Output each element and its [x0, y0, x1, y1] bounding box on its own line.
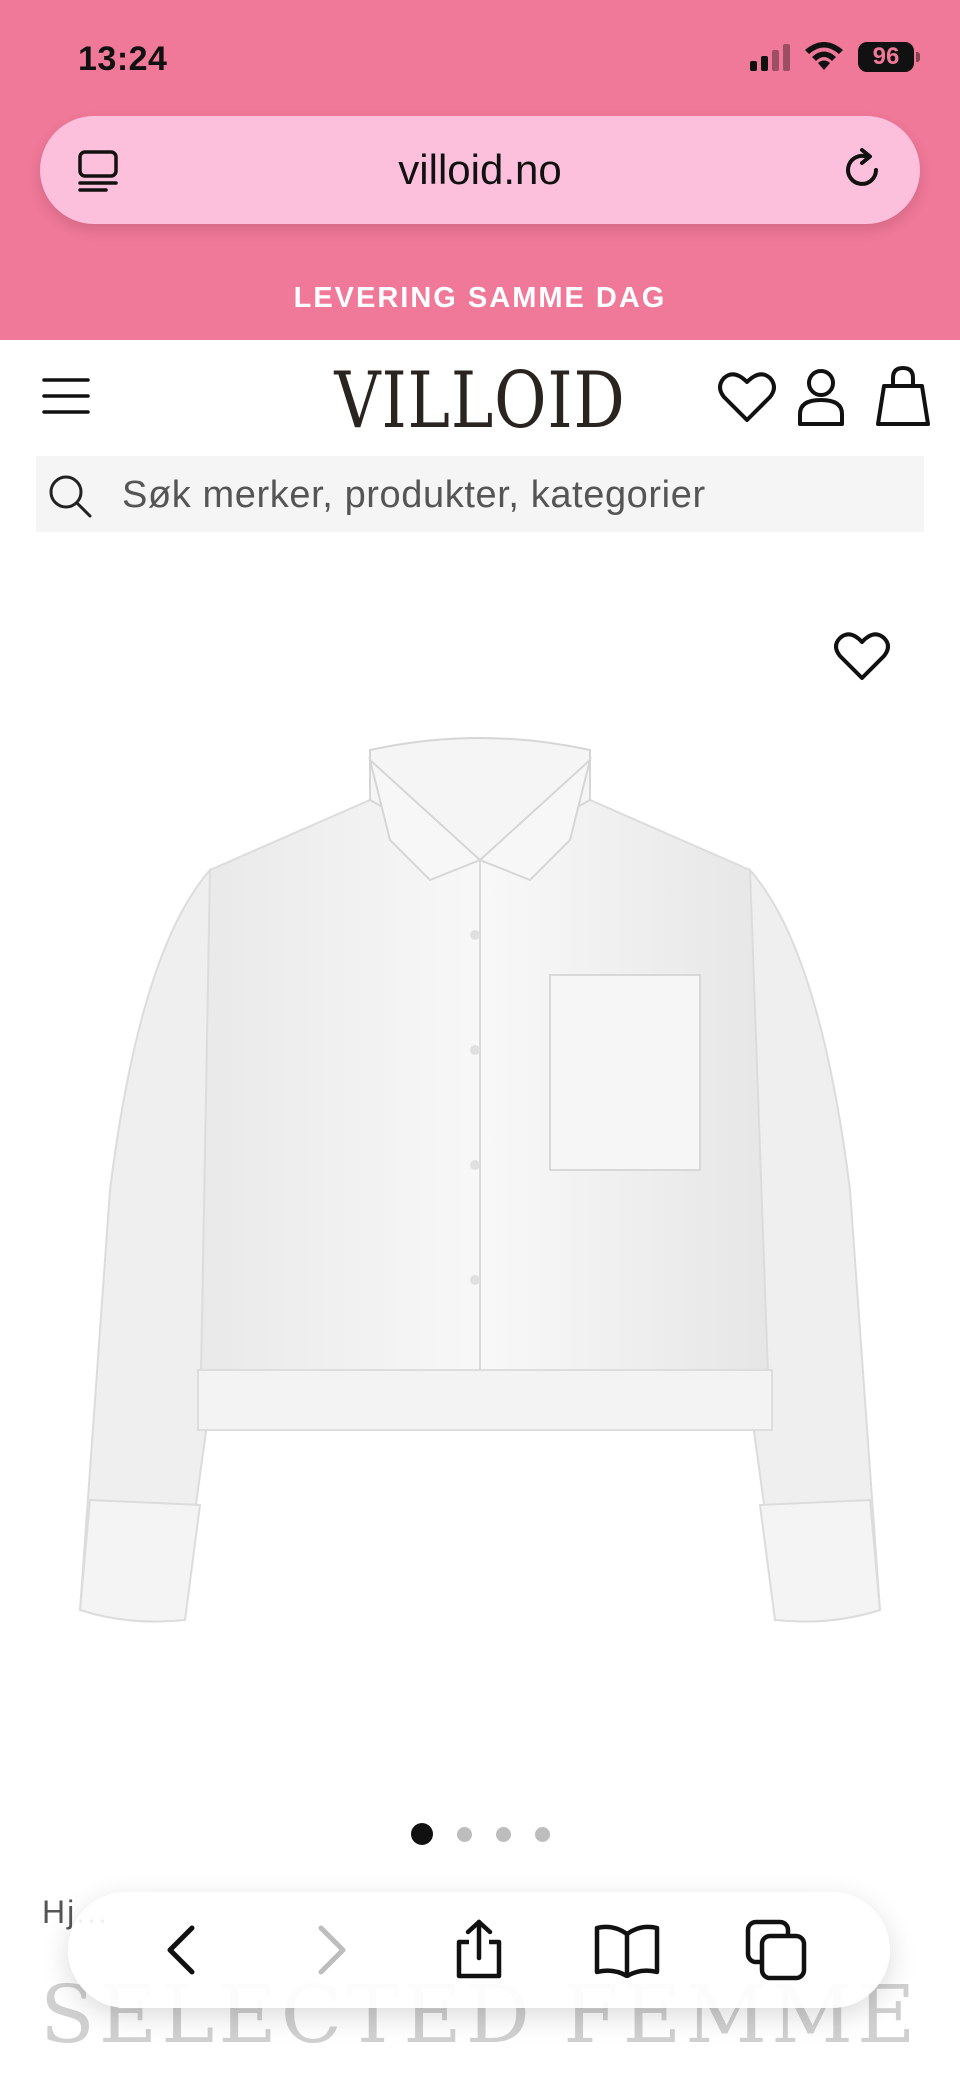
status-time: 13:24	[78, 40, 168, 78]
product-gallery[interactable]	[0, 560, 960, 1860]
wifi-icon	[805, 42, 843, 70]
cellular-signal-icon	[750, 43, 790, 71]
back-button[interactable]	[147, 1915, 217, 1985]
forward-button[interactable]	[296, 1915, 366, 1985]
share-button[interactable]	[444, 1915, 514, 1985]
share-icon[interactable]	[451, 1918, 507, 1982]
tabs-button[interactable]	[741, 1915, 811, 1985]
product-image[interactable]	[70, 730, 890, 1650]
tabs-icon[interactable]	[744, 1918, 808, 1982]
search-icon	[49, 475, 92, 518]
battery-indicator: 96	[858, 42, 920, 72]
reload-icon[interactable]	[836, 144, 888, 196]
carousel-dot[interactable]	[456, 1826, 472, 1842]
status-bar: 13:24 96	[0, 0, 960, 110]
browser-toolbar	[68, 1892, 890, 2008]
forward-icon[interactable]	[309, 1922, 353, 1978]
search-input[interactable]: Søk merker, produkter, kategorier	[36, 456, 924, 532]
search-placeholder: Søk merker, produkter, kategorier	[122, 474, 706, 516]
browser-top-region: 13:24 96 villoid.no LEVERING SAMME DAG	[0, 0, 960, 340]
user-icon[interactable]	[794, 366, 848, 428]
shopping-bag-icon[interactable]	[874, 364, 932, 428]
menu-icon[interactable]	[40, 370, 92, 422]
url-bar[interactable]: villoid.no	[40, 116, 920, 224]
url-text[interactable]: villoid.no	[40, 146, 920, 194]
bookmarks-button[interactable]	[592, 1915, 662, 1985]
carousel-dots[interactable]	[0, 1823, 960, 1845]
promo-banner-text: LEVERING SAMME DAG	[293, 282, 667, 314]
carousel-dot[interactable]	[495, 1826, 511, 1842]
bookmarks-icon[interactable]	[593, 1922, 661, 1978]
back-icon[interactable]	[160, 1922, 204, 1978]
wishlist-heart-icon[interactable]	[832, 628, 892, 684]
carousel-dot-active[interactable]	[410, 1823, 433, 1845]
site-header: VILLOID	[0, 340, 960, 450]
status-indicators: 96	[750, 42, 920, 72]
heart-icon[interactable]	[716, 366, 778, 428]
carousel-dot[interactable]	[534, 1826, 550, 1842]
